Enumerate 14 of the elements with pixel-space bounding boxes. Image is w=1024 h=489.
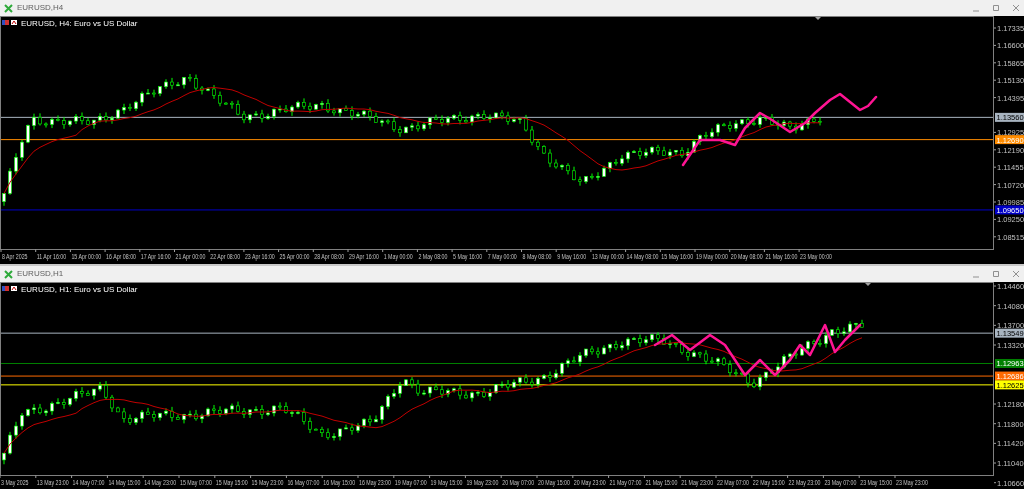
indicator-icon [11, 20, 17, 25]
window-title: EURUSD,H4 [17, 2, 65, 14]
flag-icon [2, 286, 9, 291]
chart-label: EURUSD, H4: Euro vs US Dollar [21, 19, 138, 28]
window-title: EURUSD,H1 [17, 268, 65, 280]
chart-label: EURUSD, H1: Euro vs US Dollar [21, 285, 138, 294]
chart-window-icon [4, 269, 13, 279]
maximize-icon[interactable] [992, 4, 1000, 12]
close-icon[interactable] [1012, 270, 1020, 278]
close-icon[interactable] [1012, 4, 1020, 12]
chart-window-icon [4, 3, 13, 13]
indicator-icon [11, 286, 17, 291]
maximize-icon[interactable] [992, 270, 1000, 278]
flag-icon [2, 20, 9, 25]
